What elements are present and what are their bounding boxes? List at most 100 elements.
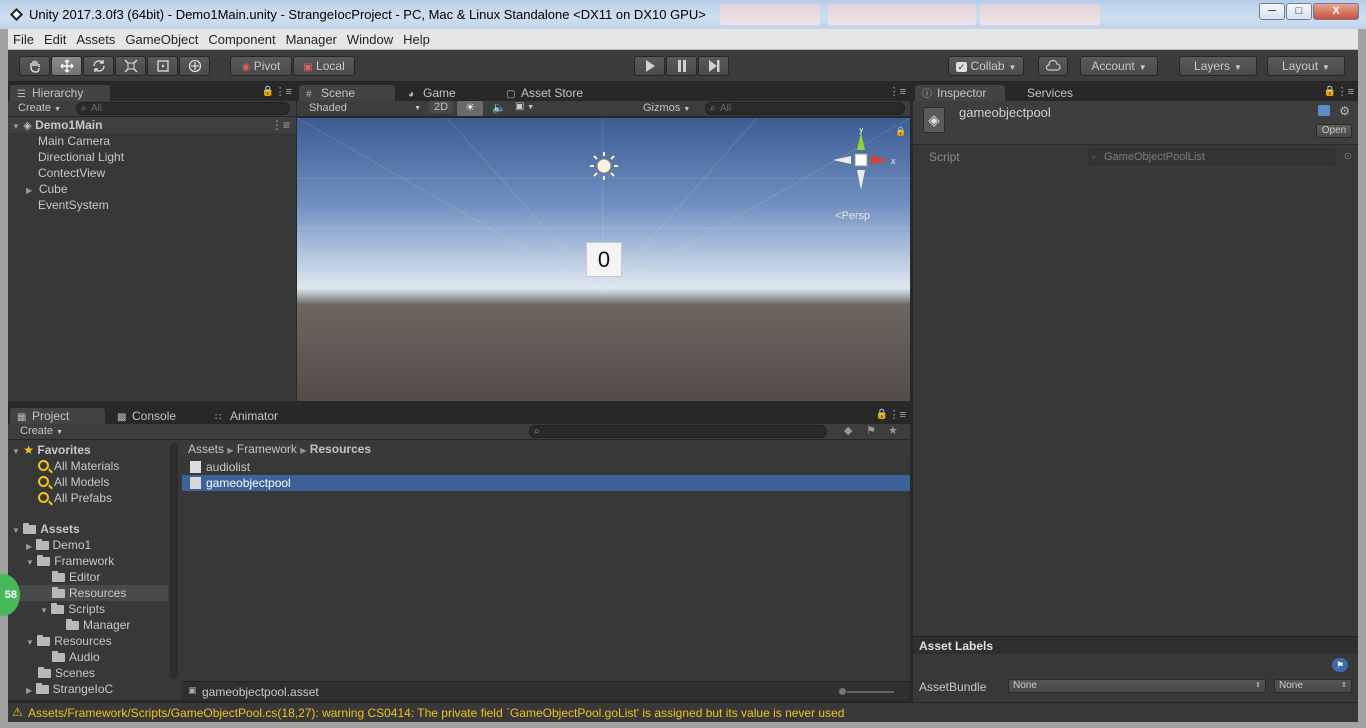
lock-icon[interactable]: 🔒 [262, 86, 274, 97]
panel-menu-icon[interactable]: ⋮≡ [889, 85, 906, 98]
layout-dropdown[interactable]: Layout ▼ [1267, 56, 1345, 76]
folder-demo1[interactable]: ▶ Demo1 [26, 537, 91, 553]
menu-manager[interactable]: Manager [281, 29, 342, 47]
menu-file[interactable]: File [8, 29, 39, 47]
panel-menu-icon[interactable]: ⋮≡ [275, 85, 292, 98]
transform-tool-button[interactable] [179, 56, 210, 76]
menu-gameobject[interactable]: GameObject [120, 29, 203, 47]
hierarchy-item-contectview[interactable]: ContectView [38, 165, 105, 181]
assetbundle-variant-dropdown[interactable]: None ⇕ [1274, 679, 1352, 693]
tab-console[interactable]: ▩ Console [110, 408, 184, 424]
tab-hierarchy[interactable]: ☰ Hierarchy [10, 85, 110, 101]
menu-component[interactable]: Component [203, 29, 280, 47]
hierarchy-item-main-camera[interactable]: Main Camera [38, 133, 110, 149]
pause-button[interactable] [666, 56, 697, 76]
open-button[interactable]: Open [1316, 124, 1352, 138]
play-button[interactable] [634, 56, 665, 76]
favorite-all-models[interactable]: All Models [38, 474, 109, 490]
file-audiolist[interactable]: audiolist [190, 459, 250, 475]
object-picker-icon[interactable]: ⊙ [1344, 151, 1352, 162]
lighting-toggle[interactable]: ☀ [457, 101, 483, 116]
tab-asset-store[interactable]: ▢ Asset Store [499, 85, 591, 101]
lock-icon[interactable]: 🔒 [895, 126, 906, 137]
lock-icon[interactable]: 🔒 [1324, 86, 1336, 97]
folder-manager[interactable]: Manager [66, 617, 130, 633]
filter-label-icon[interactable]: ⚑ [866, 424, 876, 437]
pivot-toggle[interactable]: ◉ Pivot [230, 56, 292, 76]
minimize-button[interactable]: ─ [1259, 3, 1285, 20]
folder-audio[interactable]: Audio [52, 649, 100, 665]
expand-arrow-icon[interactable]: ▶ [26, 686, 32, 695]
persp-label[interactable]: <Persp [835, 210, 870, 222]
tab-services[interactable]: Services [1005, 85, 1081, 101]
tree-scrollbar[interactable] [170, 443, 178, 679]
hand-tool-button[interactable] [19, 56, 50, 76]
close-button[interactable]: X [1313, 3, 1359, 20]
hierarchy-item-directional-light[interactable]: Directional Light [38, 149, 124, 165]
breadcrumb-framework[interactable]: Framework [237, 442, 297, 456]
tab-inspector[interactable]: ⓘ Inspector [915, 85, 1005, 101]
move-tool-button[interactable] [51, 56, 82, 76]
hierarchy-create-button[interactable]: Create ▼ [18, 102, 61, 114]
menu-assets[interactable]: Assets [71, 29, 120, 47]
expand-arrow-icon[interactable]: ▼ [26, 558, 34, 567]
project-create-button[interactable]: Create ▼ [20, 425, 63, 437]
audio-toggle[interactable]: 🔈 [487, 101, 511, 114]
menu-window[interactable]: Window [342, 29, 398, 47]
gizmos-dropdown[interactable]: Gizmos ▼ [643, 102, 690, 114]
scene-search-input[interactable]: All [705, 102, 905, 115]
expand-arrow-icon[interactable]: ▶ [26, 186, 32, 195]
breadcrumb-assets[interactable]: Assets [188, 442, 224, 456]
breadcrumb-resources[interactable]: Resources [310, 442, 371, 456]
folder-strangeioc[interactable]: ▶ StrangeIoC [26, 681, 113, 697]
tag-icon[interactable]: ⚑ [1332, 658, 1348, 672]
folder-editor[interactable]: Editor [52, 569, 100, 585]
favorite-star-icon[interactable]: ★ [888, 424, 898, 437]
hierarchy-search-input[interactable]: All [76, 102, 290, 115]
expand-arrow-icon[interactable]: ▼ [12, 526, 20, 535]
menu-help[interactable]: Help [398, 29, 435, 47]
expand-arrow-icon[interactable]: ▼ [40, 606, 48, 615]
scale-tool-button[interactable] [115, 56, 146, 76]
tab-scene[interactable]: # Scene [299, 85, 395, 101]
sun-light-icon[interactable] [589, 151, 619, 181]
favorite-all-materials[interactable]: All Materials [38, 458, 119, 474]
effects-dropdown[interactable]: ▣ ▼ [515, 101, 547, 112]
rotate-tool-button[interactable] [83, 56, 114, 76]
file-gameobjectpool-selected[interactable]: gameobjectpool [182, 475, 910, 491]
tab-game[interactable]: ◕ Game [401, 85, 464, 101]
tab-project[interactable]: ▦ Project [10, 408, 105, 424]
shading-mode-dropdown[interactable]: Shaded ▼ [309, 102, 421, 114]
folder-resources[interactable]: ▼ Resources [26, 633, 112, 649]
folder-framework[interactable]: ▼ Framework [26, 553, 114, 569]
lock-icon[interactable]: 🔒 [876, 409, 888, 420]
favorites-header[interactable]: ▼ ★ Favorites [12, 442, 91, 458]
gear-icon[interactable]: ⚙ [1339, 104, 1350, 118]
scene-root-row[interactable]: ▼ ◈ Demo1Main ⋮≡ [8, 117, 296, 133]
assetbundle-dropdown[interactable]: None ⇕ [1008, 679, 1266, 693]
expand-arrow-icon[interactable]: ▼ [26, 638, 34, 647]
menu-edit[interactable]: Edit [39, 29, 71, 47]
panel-menu-icon[interactable]: ⋮≡ [889, 408, 906, 421]
layers-dropdown[interactable]: Layers ▼ [1179, 56, 1257, 76]
folder-scenes[interactable]: Scenes [38, 665, 95, 681]
scene-viewport[interactable]: 0 y x 🔒 <Persp [297, 118, 910, 401]
expand-arrow-icon[interactable]: ▼ [12, 122, 20, 131]
help-icon[interactable] [1318, 105, 1330, 116]
rect-tool-button[interactable] [147, 56, 178, 76]
step-button[interactable] [698, 56, 729, 76]
counter-text[interactable]: 0 [586, 242, 622, 277]
orientation-gizmo[interactable]: y x [821, 128, 901, 198]
2d-toggle[interactable]: 2D [429, 101, 453, 113]
tab-animator[interactable]: ∷ Animator [208, 408, 286, 424]
project-search-input[interactable] [529, 425, 827, 438]
account-dropdown[interactable]: Account ▼ [1080, 56, 1158, 76]
favorite-all-prefabs[interactable]: All Prefabs [38, 490, 112, 506]
hierarchy-item-eventsystem[interactable]: EventSystem [38, 197, 109, 213]
cloud-button[interactable] [1038, 56, 1068, 76]
assets-root[interactable]: ▼ Assets [12, 521, 80, 537]
hierarchy-item-cube[interactable]: ▶ Cube [26, 181, 68, 197]
maximize-button[interactable]: □ [1286, 3, 1312, 20]
panel-menu-icon[interactable]: ⋮≡ [1337, 85, 1354, 98]
collab-dropdown[interactable]: ✓ Collab ▼ [948, 56, 1024, 76]
